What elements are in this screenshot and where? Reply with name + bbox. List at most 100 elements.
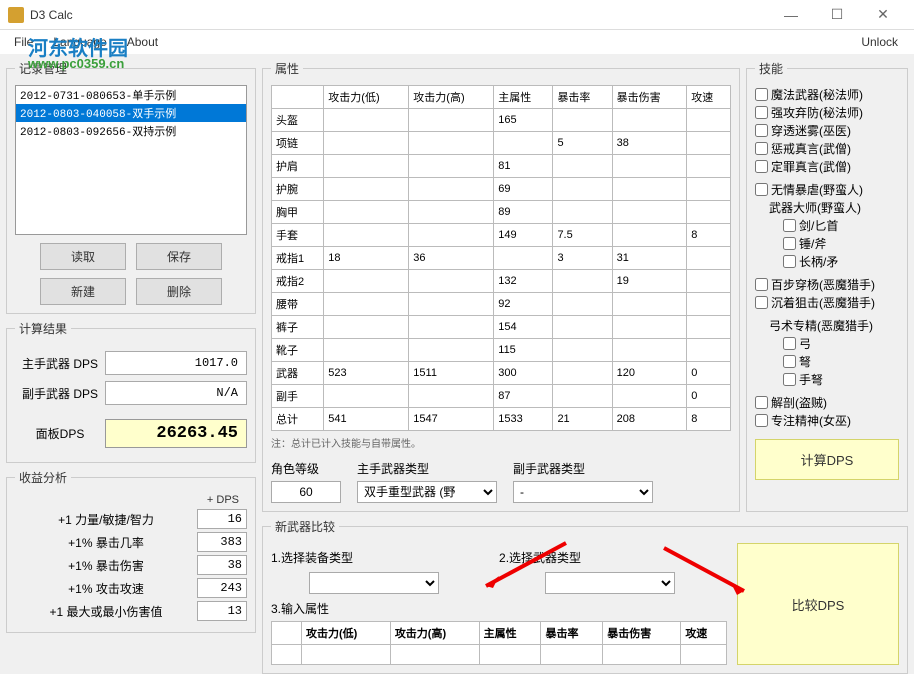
save-button[interactable]: 保存 bbox=[136, 243, 222, 270]
profit-value: 243 bbox=[197, 578, 247, 598]
cmp-cell[interactable] bbox=[479, 645, 541, 665]
off-weapon-type-label: 副手武器类型 bbox=[513, 460, 653, 477]
profit-label: +1% 攻击攻速 bbox=[15, 580, 197, 597]
skill-checkbox[interactable] bbox=[755, 88, 768, 101]
cmp-cell[interactable] bbox=[390, 645, 479, 665]
calc-dps-button[interactable]: 计算DPS bbox=[755, 439, 899, 480]
record-item[interactable]: 2012-0803-092656-双持示例 bbox=[16, 122, 246, 140]
skill-checkbox[interactable] bbox=[755, 183, 768, 196]
compare-step1-label: 1.选择装备类型 bbox=[271, 549, 353, 566]
record-item[interactable]: 2012-0803-040058-双手示例 bbox=[16, 104, 246, 122]
skill-label: 魔法武器(秘法师) bbox=[771, 86, 863, 103]
profit-label: +1 最大或最小伤害值 bbox=[15, 603, 197, 620]
level-label: 角色等级 bbox=[271, 460, 341, 477]
skill-checkbox[interactable] bbox=[783, 219, 796, 232]
delete-button[interactable]: 删除 bbox=[136, 278, 222, 305]
off-dps-label: 副手武器 DPS bbox=[15, 385, 105, 402]
attr-col-header: 暴击率 bbox=[553, 86, 612, 109]
new-button[interactable]: 新建 bbox=[40, 278, 126, 305]
compare-panel: 新武器比较 1.选择装备类型 2.选择武器类型 3.输入属性 bbox=[262, 518, 908, 674]
skills-legend: 技能 bbox=[755, 60, 787, 77]
skill-label: 弓 bbox=[799, 335, 811, 352]
skill-label: 手弩 bbox=[799, 371, 823, 388]
panel-dps-label: 面板DPS bbox=[15, 425, 105, 442]
skill-label: 强攻弃防(秘法师) bbox=[771, 104, 863, 121]
cmp-col-header: 暴击率 bbox=[541, 622, 603, 645]
records-list[interactable]: 2012-0731-080653-单手示例 2012-0803-040058-双… bbox=[15, 85, 247, 235]
attr-row: 头盔165 bbox=[272, 109, 731, 132]
minimize-button[interactable]: — bbox=[768, 0, 814, 30]
skills-panel: 技能 魔法武器(秘法师)强攻弃防(秘法师)穿透迷雾(巫医)惩戒真言(武僧)定罪真… bbox=[746, 60, 908, 512]
main-dps-label: 主手武器 DPS bbox=[15, 355, 105, 372]
skill-checkbox[interactable] bbox=[783, 373, 796, 386]
profit-label: +1% 暴击伤害 bbox=[15, 557, 197, 574]
unlock-link[interactable]: Unlock bbox=[861, 35, 910, 49]
skill-label: 剑/匕首 bbox=[799, 217, 838, 234]
profit-header: + DPS bbox=[15, 494, 247, 506]
skill-label: 专注精神(女巫) bbox=[771, 412, 851, 429]
compare-step2-label: 2.选择武器类型 bbox=[499, 549, 581, 566]
menu-file[interactable]: File bbox=[4, 33, 43, 51]
attr-row: 武器52315113001200 bbox=[272, 362, 731, 385]
attr-row: 胸甲89 bbox=[272, 201, 731, 224]
attr-row: 项链538 bbox=[272, 132, 731, 155]
close-button[interactable]: ✕ bbox=[860, 0, 906, 30]
record-item[interactable]: 2012-0731-080653-单手示例 bbox=[16, 86, 246, 104]
attributes-table: 攻击力(低)攻击力(高)主属性暴击率暴击伤害攻速 头盔165项链538护肩81护… bbox=[271, 85, 731, 431]
cmp-cell[interactable] bbox=[603, 645, 681, 665]
records-legend: 记录管理 bbox=[15, 60, 71, 77]
skill-checkbox[interactable] bbox=[783, 255, 796, 268]
cmp-col-header: 暴击伤害 bbox=[603, 622, 681, 645]
main-dps-value: 1017.0 bbox=[105, 351, 247, 375]
skill-label: 沉着狙击(恶魔猎手) bbox=[771, 294, 875, 311]
skill-checkbox[interactable] bbox=[783, 355, 796, 368]
attr-row: 裤子154 bbox=[272, 316, 731, 339]
off-weapon-type-select[interactable]: - bbox=[513, 481, 653, 503]
skill-checkbox[interactable] bbox=[755, 396, 768, 409]
skill-checkbox[interactable] bbox=[755, 296, 768, 309]
profit-value: 16 bbox=[197, 509, 247, 529]
maximize-button[interactable]: ☐ bbox=[814, 0, 860, 30]
compare-legend: 新武器比较 bbox=[271, 518, 339, 535]
window-title: D3 Calc bbox=[30, 8, 768, 22]
compare-step3-label: 3.输入属性 bbox=[271, 600, 727, 617]
attributes-legend: 属性 bbox=[271, 60, 303, 77]
cmp-cell[interactable] bbox=[302, 645, 391, 665]
profit-value: 13 bbox=[197, 601, 247, 621]
skill-label: 弓术专精(恶魔猎手) bbox=[769, 317, 873, 334]
attr-row: 副手870 bbox=[272, 385, 731, 408]
skill-label: 穿透迷雾(巫医) bbox=[771, 122, 851, 139]
skill-checkbox[interactable] bbox=[755, 142, 768, 155]
skill-checkbox[interactable] bbox=[755, 160, 768, 173]
skill-label: 弩 bbox=[799, 353, 811, 370]
profit-legend: 收益分析 bbox=[15, 469, 71, 486]
attr-col-header: 攻击力(高) bbox=[409, 86, 494, 109]
skill-checkbox[interactable] bbox=[755, 124, 768, 137]
menu-about[interactable]: About bbox=[117, 33, 168, 51]
skill-checkbox[interactable] bbox=[783, 337, 796, 350]
cmp-col-header: 攻速 bbox=[681, 622, 727, 645]
main-weapon-type-select[interactable]: 双手重型武器 (野 bbox=[357, 481, 497, 503]
profit-label: +1% 暴击几率 bbox=[15, 534, 197, 551]
skill-label: 定罪真言(武僧) bbox=[771, 158, 851, 175]
results-panel: 计算结果 主手武器 DPS 1017.0 副手武器 DPS N/A 面板DPS … bbox=[6, 320, 256, 463]
cmp-cell[interactable] bbox=[541, 645, 603, 665]
skill-label: 百步穿杨(恶魔猎手) bbox=[771, 276, 875, 293]
skill-checkbox[interactable] bbox=[783, 237, 796, 250]
compare-weapon-select[interactable] bbox=[545, 572, 675, 594]
profit-value: 383 bbox=[197, 532, 247, 552]
read-button[interactable]: 读取 bbox=[40, 243, 126, 270]
level-input[interactable] bbox=[271, 481, 341, 503]
menu-language[interactable]: Language bbox=[43, 33, 116, 51]
cmp-cell[interactable] bbox=[681, 645, 727, 665]
compare-equip-select[interactable] bbox=[309, 572, 439, 594]
skill-label: 锤/斧 bbox=[799, 235, 826, 252]
attr-col-header: 攻击力(低) bbox=[324, 86, 409, 109]
compare-dps-button[interactable]: 比较DPS bbox=[737, 543, 899, 665]
skill-checkbox[interactable] bbox=[755, 278, 768, 291]
results-legend: 计算结果 bbox=[15, 320, 71, 337]
skill-label: 惩戒真言(武僧) bbox=[771, 140, 851, 157]
skill-checkbox[interactable] bbox=[755, 106, 768, 119]
skill-checkbox[interactable] bbox=[755, 414, 768, 427]
attr-row: 靴子115 bbox=[272, 339, 731, 362]
